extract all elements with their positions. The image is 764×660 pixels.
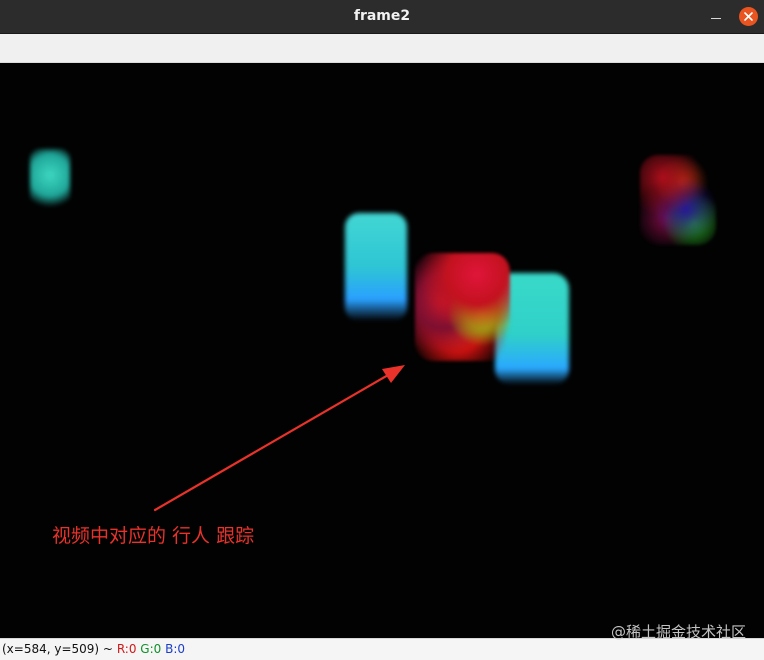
toolbar <box>0 34 764 63</box>
watermark: @稀土掘金技术社区 <box>610 623 746 641</box>
minimize-button[interactable] <box>705 7 727 27</box>
image-viewer-window: frame2 视频中对应的 行人 跟踪 (x=584, y=509) ~ R:0… <box>0 0 764 660</box>
green-value: G:0 <box>140 642 162 656</box>
pixel-readout: (x=584, y=509) ~ R:0 G:0 B:0 <box>2 642 185 656</box>
minimize-icon <box>711 18 721 19</box>
red-value: R:0 <box>116 642 137 656</box>
close-icon <box>744 12 753 21</box>
blue-value: B:0 <box>165 642 186 656</box>
window-title: frame2 <box>353 8 411 24</box>
video-frame-canvas[interactable]: 视频中对应的 行人 跟踪 <box>0 63 764 638</box>
close-button[interactable] <box>739 7 758 26</box>
annotation-label: 视频中对应的 行人 跟踪 <box>52 525 255 547</box>
title-bar[interactable]: frame2 <box>0 0 764 34</box>
cursor-coordinates: (x=584, y=509) ~ <box>2 642 113 656</box>
annotation-arrow <box>153 365 405 512</box>
